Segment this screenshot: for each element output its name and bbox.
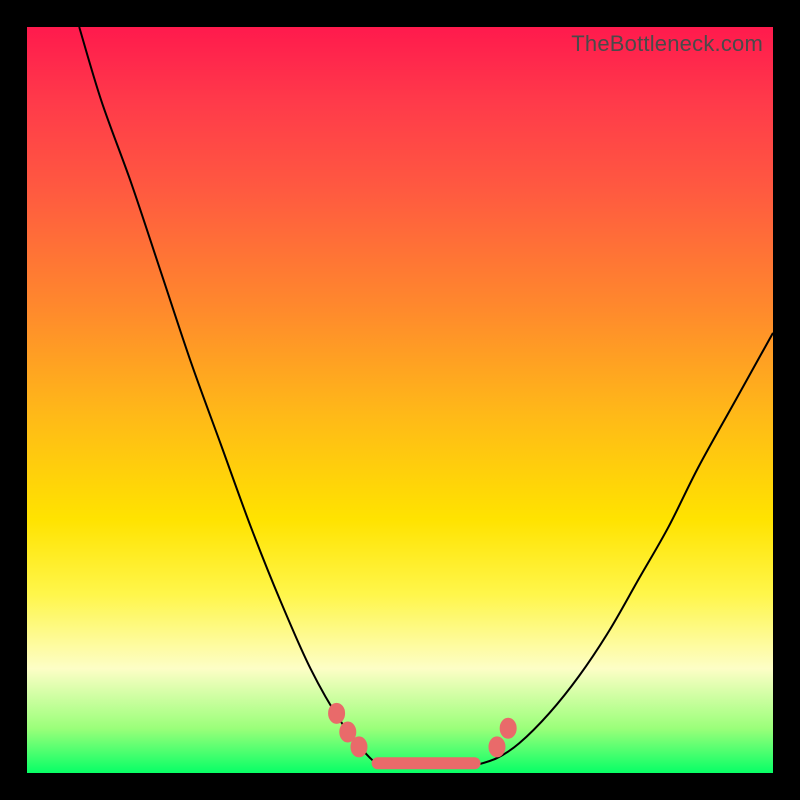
chart-frame: TheBottleneck.com	[0, 0, 800, 800]
data-marker	[489, 737, 505, 757]
marker-group	[329, 703, 517, 757]
data-marker	[351, 737, 367, 757]
data-marker	[329, 703, 345, 723]
chart-svg	[27, 27, 773, 773]
data-marker	[340, 722, 356, 742]
left-curve-path	[79, 27, 385, 766]
right-curve-path	[475, 333, 773, 766]
plot-area: TheBottleneck.com	[27, 27, 773, 773]
data-marker	[500, 718, 516, 738]
